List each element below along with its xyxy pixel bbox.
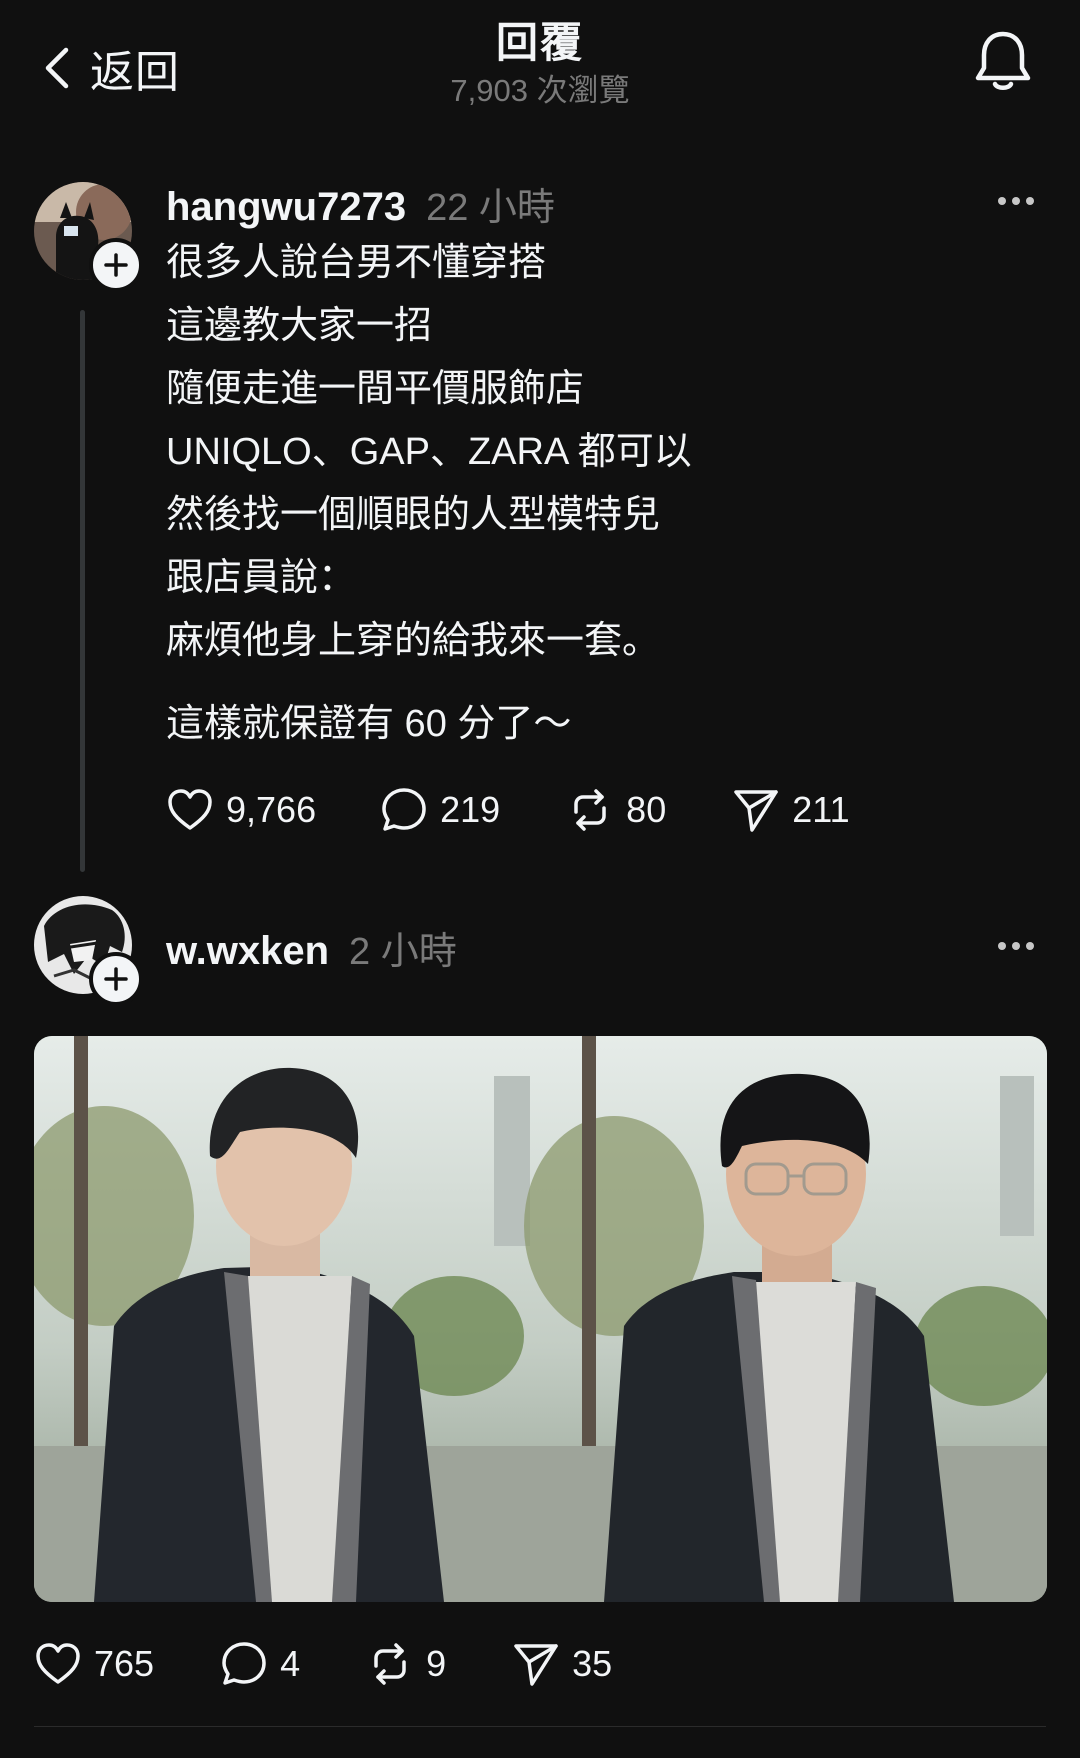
comment-button[interactable]: 219	[380, 786, 500, 834]
follow-button[interactable]	[89, 952, 143, 1006]
more-dots-icon	[998, 197, 1034, 205]
post-meta: w.wxken 2 小時	[166, 920, 457, 975]
heart-icon	[168, 789, 212, 830]
repost-icon	[374, 1643, 406, 1685]
divider	[34, 1726, 1046, 1727]
send-icon	[734, 790, 778, 832]
repost-button[interactable]: 80	[566, 786, 666, 834]
like-button[interactable]: 765	[34, 1640, 154, 1688]
plus-icon	[104, 967, 128, 991]
post-text-line: 這樣就保證有 60 分了～	[166, 703, 572, 745]
post-actions: 765 4 9 35	[34, 1640, 612, 1688]
post-text-line: 這邊教大家一招	[166, 305, 433, 347]
more-dots-icon	[998, 942, 1034, 950]
title-block: 回覆 7,903 次瀏覽	[0, 18, 1080, 110]
post-photo	[34, 1036, 1047, 1602]
username[interactable]: hangwu7273	[166, 185, 406, 230]
heart-icon	[36, 1643, 80, 1684]
post-image[interactable]	[34, 1036, 1047, 1602]
page-title: 回覆	[495, 19, 584, 66]
like-count: 9,766	[226, 789, 317, 830]
follow-button[interactable]	[89, 238, 143, 292]
share-count: 35	[572, 1643, 613, 1684]
repost-icon	[574, 789, 606, 831]
username[interactable]: w.wxken	[166, 929, 329, 974]
send-icon	[514, 1644, 558, 1686]
photo-panel-right	[524, 1036, 1047, 1602]
post-text-line: UNIQLO、GAP、ZARA 都可以	[166, 431, 692, 473]
comment-count: 219	[440, 789, 501, 830]
thread-line	[80, 310, 85, 872]
comment-button[interactable]: 4	[220, 1640, 300, 1688]
bell-icon[interactable]	[972, 28, 1034, 94]
view-count: 7,903 次瀏覽	[450, 73, 630, 108]
top-bar: 返回 回覆 7,903 次瀏覽	[0, 0, 1080, 120]
post-text-line: 隨便走進一間平價服飾店	[166, 368, 585, 410]
more-button[interactable]	[996, 940, 1036, 952]
like-count: 765	[94, 1643, 155, 1684]
post-body: 很多人說台男不懂穿搭 這邊教大家一招 隨便走進一間平價服飾店 UNIQLO、GA…	[166, 232, 1026, 756]
post-meta: hangwu7273 22 小時	[166, 176, 555, 231]
share-button[interactable]: 211	[732, 786, 850, 834]
post-time: 22 小時	[426, 187, 555, 229]
post-actions: 9,766 219 80 211	[166, 786, 850, 834]
share-button[interactable]: 35	[512, 1640, 612, 1688]
plus-icon	[104, 253, 128, 277]
photo-panel-left	[34, 1036, 542, 1602]
comment-bubble-icon	[222, 1642, 266, 1685]
repost-count: 9	[426, 1643, 447, 1684]
comment-bubble-icon	[382, 788, 426, 831]
post-text-line: 跟店員說：	[166, 557, 357, 599]
repost-button[interactable]: 9	[366, 1640, 446, 1688]
like-button[interactable]: 9,766	[166, 786, 316, 834]
more-button[interactable]	[996, 195, 1036, 207]
post-text-line: 麻煩他身上穿的給我來一套。	[166, 620, 661, 662]
comment-count: 4	[280, 1643, 301, 1684]
share-count: 211	[792, 789, 850, 830]
repost-count: 80	[626, 789, 667, 830]
post-time: 2 小時	[349, 931, 457, 973]
post-text-line: 很多人說台男不懂穿搭	[166, 242, 547, 284]
post-text-line: 然後找一個順眼的人型模特兒	[166, 494, 661, 536]
